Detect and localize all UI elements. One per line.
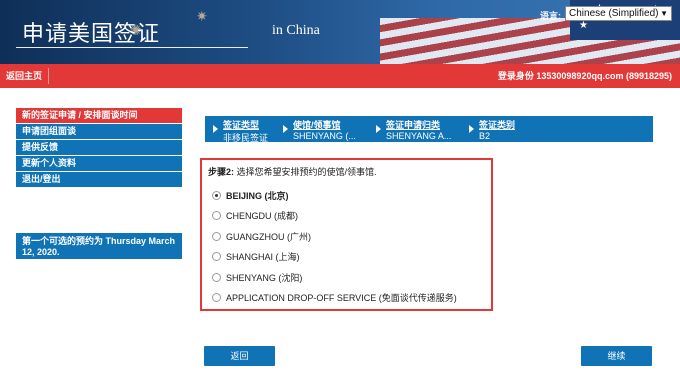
header-banner: ★ ★ ★ ★ ✺ ✷ 申请美国签证 in China 语言: Chinese … [0, 0, 680, 64]
step-value: SHENYANG A... [386, 131, 452, 141]
prompt-step: 步骤2: [208, 167, 235, 177]
first-available-notice: 第一个可选的预约为 Thursday March 12, 2020. [16, 233, 182, 259]
language-select[interactable]: Chinese (Simplified) ▼ [565, 6, 672, 21]
sidebar-item-feedback[interactable]: 提供反馈 [16, 140, 182, 155]
steps-breadcrumb: 签证类型 非移民签证 使馆/领事馆 SHENYANG (... 签证申请归类 S… [205, 116, 653, 144]
radio-button[interactable] [212, 211, 221, 220]
radio-button[interactable] [212, 232, 221, 241]
step-label: 签证类别 [479, 120, 516, 130]
option-label: APPLICATION DROP-OFF SERVICE (免面谈代传递服务) [226, 293, 457, 303]
option-drop-off[interactable]: APPLICATION DROP-OFF SERVICE (免面谈代传递服务) [212, 292, 457, 304]
option-chengdu[interactable]: CHENGDU (成都) [212, 210, 298, 222]
step-arrow-icon [213, 125, 218, 133]
step-label: 签证申请归类 [386, 120, 441, 130]
login-identity: 登录身份 13530098920qq.com (89918295) [497, 71, 672, 81]
radio-button[interactable] [212, 191, 221, 200]
step-arrow-icon [469, 125, 474, 133]
radio-button[interactable] [212, 293, 221, 302]
option-label: SHENYANG (沈阳) [226, 273, 303, 283]
continue-button[interactable]: 继续 [581, 346, 652, 366]
sidebar-item-new-application[interactable]: 新的签证申请 / 安排面谈时间 [16, 108, 182, 123]
sidebar-item-group-interview[interactable]: 申请团组面谈 [16, 124, 182, 139]
step-value: SHENYANG (... [293, 131, 356, 141]
site-title: 申请美国签证 [22, 22, 161, 47]
radio-button[interactable] [212, 252, 221, 261]
sidebar-item-update-profile[interactable]: 更新个人资料 [16, 156, 182, 171]
chevron-down-icon: ▼ [660, 9, 668, 18]
option-label: SHANGHAI (上海) [226, 252, 300, 262]
language-value: Chinese (Simplified) [569, 8, 659, 19]
option-beijing[interactable]: BEIJING (北京) [212, 190, 289, 202]
top-nav-bar: 返回主页 登录身份 13530098920qq.com (89918295) [0, 64, 680, 88]
back-button[interactable]: 返回 [204, 346, 275, 366]
home-link[interactable]: 返回主页 [0, 68, 50, 84]
step-label: 签证类型 [223, 120, 260, 130]
step-visa-type: 签证类型 非移民签证 [223, 118, 268, 144]
sidebar-menu: 新的签证申请 / 安排面谈时间 申请团组面谈 提供反馈 更新个人资料 退出/登出 [16, 108, 182, 188]
step-visa-class: 签证类别 B2 [479, 118, 515, 141]
option-label: CHENGDU (成都) [226, 211, 298, 221]
radio-button[interactable] [212, 273, 221, 282]
option-shanghai[interactable]: SHANGHAI (上海) [212, 251, 300, 263]
option-shenyang[interactable]: SHENYANG (沈阳) [212, 272, 303, 284]
language-label: 语言: [540, 11, 561, 21]
step-arrow-icon [283, 125, 288, 133]
option-guangzhou[interactable]: GUANGZHOU (广州) [212, 231, 311, 243]
site-subtitle: in China [272, 23, 320, 38]
option-label: BEIJING (北京) [226, 191, 289, 201]
option-label: GUANGZHOU (广州) [226, 232, 311, 242]
step-value: 非移民签证 [223, 133, 269, 143]
step-label: 使馆/领事馆 [293, 120, 341, 130]
step-value: B2 [479, 131, 491, 141]
star-icon: ★ [579, 20, 588, 31]
step-embassy: 使馆/领事馆 SHENYANG (... [293, 118, 356, 141]
post-selection-box: 步骤2: 选择您希望安排预约的使馆/领事馆. BEIJING (北京) CHEN… [200, 158, 493, 311]
step-category: 签证申请归类 SHENYANG A... [386, 118, 451, 141]
step-arrow-icon [376, 125, 381, 133]
selection-prompt: 步骤2: 选择您希望安排预约的使馆/领事馆. [208, 165, 377, 178]
prompt-text: 选择您希望安排预约的使馆/领事馆. [234, 167, 377, 177]
sidebar-item-logout[interactable]: 退出/登出 [16, 172, 182, 187]
